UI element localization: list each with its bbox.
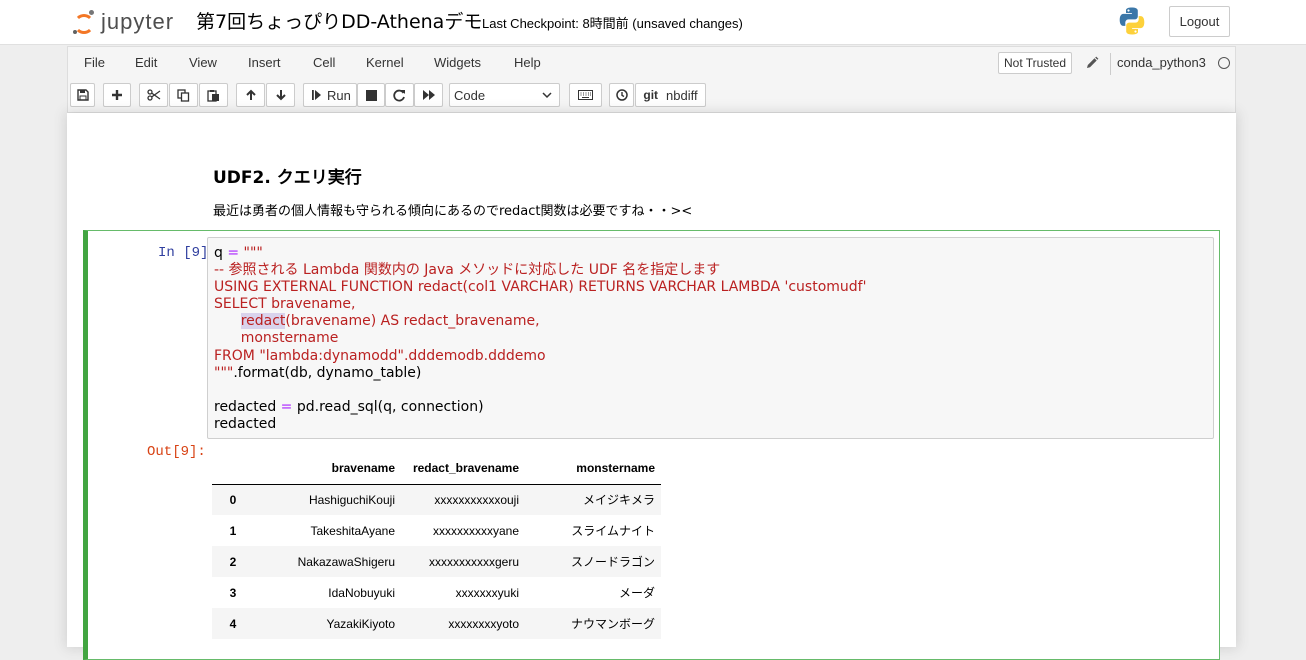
menu-view[interactable]: View [189, 55, 217, 70]
table-header-row: bravename redact_bravename monstername [212, 453, 661, 484]
add-cell-icon [112, 90, 122, 100]
table-cell: xxxxxxxxxxxouji [434, 492, 519, 507]
toolbar: Run Code git nbdiff [67, 80, 1236, 113]
logout-button[interactable]: Logout [1169, 6, 1230, 37]
python-logo-icon [1119, 7, 1145, 35]
history-button[interactable] [609, 83, 634, 107]
table-cell: YazakiKiyoto [326, 616, 395, 631]
index-header [212, 453, 254, 484]
column-header: redact_bravename [412, 461, 519, 476]
jupyter-logo-icon [72, 8, 96, 36]
save-icon [76, 89, 89, 101]
header: jupyter 第7回ちょっぴりDD-Athenaデモ Last Checkpo… [0, 0, 1306, 45]
menu-kernel[interactable]: Kernel [366, 55, 404, 70]
cut-icon [146, 89, 160, 101]
markdown-heading: UDF2. クエリ実行 [213, 168, 362, 188]
menubar-separator [1110, 53, 1111, 75]
output-prompt: Out[9]: [147, 444, 206, 460]
table-cell: ナウマンボーグ [570, 617, 655, 631]
command-palette-button[interactable] [569, 83, 602, 107]
kernel-idle-icon [1218, 57, 1230, 69]
menu-file[interactable]: File [84, 55, 105, 70]
move-up-button[interactable] [236, 83, 265, 107]
table-cell: xxxxxxxxxxxgeru [428, 554, 519, 569]
copy-icon [177, 88, 190, 102]
row-index: 4 [229, 616, 237, 631]
move-down-button[interactable] [266, 83, 295, 107]
fast-forward-icon [422, 90, 435, 100]
history-icon [615, 89, 628, 101]
row-index: 3 [229, 585, 237, 600]
code-line-comment: -- 参照される Lambda 関数内の Java メソッドに対応した UDF … [214, 262, 721, 279]
table-cell: スノードラゴン [570, 555, 655, 569]
menu-cell[interactable]: Cell [313, 55, 335, 70]
menu-insert[interactable]: Insert [248, 55, 281, 70]
table-cell: メイジキメラ [582, 493, 655, 508]
add-cell-button[interactable] [103, 83, 131, 107]
table-cell: スライムナイト [571, 524, 655, 538]
nbdiff-label: nbdiff [666, 87, 698, 103]
stop-icon [365, 89, 377, 101]
notebook-container: UDF2. クエリ実行 最近は勇者の個人情報も守られる傾向にあるのでredact… [67, 113, 1236, 660]
pencil-icon[interactable] [1085, 56, 1099, 70]
table-cell: HashiguchiKouji [308, 492, 395, 507]
checkpoint-status: Last Checkpoint: 8時間前 (unsaved changes) [482, 16, 743, 31]
column-header: bravename [331, 461, 395, 476]
table-row: 2 NakazawaShigeru xxxxxxxxxxxgeru スノードラゴ… [212, 546, 661, 577]
save-button[interactable] [70, 83, 95, 107]
kernel-name[interactable]: conda_python3 [1117, 55, 1206, 70]
nbdiff-button[interactable]: git nbdiff [635, 83, 706, 107]
move-up-icon [245, 89, 256, 100]
table-cell: TakeshitaAyane [310, 523, 395, 538]
markdown-text: 最近は勇者の個人情報も守られる傾向にあるのでredact関数は必要ですね・・>< [213, 204, 693, 219]
table-row: 0 HashiguchiKouji xxxxxxxxxxxouji メイジキメラ [212, 484, 661, 515]
git-icon: git [643, 88, 659, 102]
run-button[interactable]: Run [303, 83, 357, 107]
interrupt-button[interactable] [357, 83, 385, 107]
menu-edit[interactable]: Edit [135, 55, 157, 70]
row-index: 2 [229, 554, 237, 569]
table-cell: IdaNobuyuki [328, 585, 395, 600]
paste-icon [207, 89, 219, 102]
row-index: 0 [229, 492, 237, 507]
cut-button[interactable] [139, 83, 168, 107]
run-label: Run [327, 87, 351, 103]
code-editor[interactable]: q = """ -- 参照される Lambda 関数内の Java メソッドに対… [207, 237, 1214, 439]
restart-button[interactable] [385, 83, 414, 107]
code-cell[interactable]: In [9]: q = """ -- 参照される Lambda 関数内の Jav… [83, 230, 1220, 660]
cell-type-value: Code [454, 87, 486, 103]
table-row: 3 IdaNobuyuki xxxxxxxyuki メーダ [212, 577, 661, 608]
copy-button[interactable] [169, 83, 198, 107]
table-cell: xxxxxxxxxxyane [432, 523, 519, 538]
selected-text-highlight: redact [240, 313, 286, 330]
code-text: q = """ -- 参照される Lambda 関数内の Java メソッドに対… [214, 245, 867, 432]
move-down-icon [275, 90, 286, 101]
row-index: 1 [229, 523, 237, 538]
paste-button[interactable] [199, 83, 228, 107]
notebook-name[interactable]: 第7回ちょっぴりDD-Athenaデモ [196, 7, 482, 34]
table-cell: xxxxxxxxyoto [448, 616, 519, 631]
logo-text: jupyter [101, 9, 175, 34]
dataframe-table: bravename redact_bravename monstername 0… [212, 453, 661, 639]
keyboard-icon [578, 90, 593, 100]
run-all-button[interactable] [414, 83, 443, 107]
cell-type-select[interactable]: Code [449, 83, 560, 107]
column-header: monstername [576, 461, 655, 476]
menubar: File Edit View Insert Cell Kernel Widget… [67, 46, 1236, 80]
table-cell: メーダ [618, 586, 655, 600]
table-cell: NakazawaShigeru [297, 554, 395, 569]
table-cell: xxxxxxxyuki [455, 585, 519, 600]
not-trusted-button[interactable]: Not Trusted [998, 52, 1073, 74]
restart-icon [393, 89, 405, 101]
table-row: 4 YazakiKiyoto xxxxxxxxyoto ナウマンボーグ [212, 608, 661, 639]
menu-widgets[interactable]: Widgets [434, 55, 481, 70]
chevron-down-icon [542, 92, 552, 99]
table-row: 1 TakeshitaAyane xxxxxxxxxxyane スライムナイト [212, 515, 661, 546]
menu-help[interactable]: Help [514, 55, 541, 70]
run-icon [312, 90, 321, 100]
jupyter-logo[interactable]: jupyter [72, 6, 187, 38]
